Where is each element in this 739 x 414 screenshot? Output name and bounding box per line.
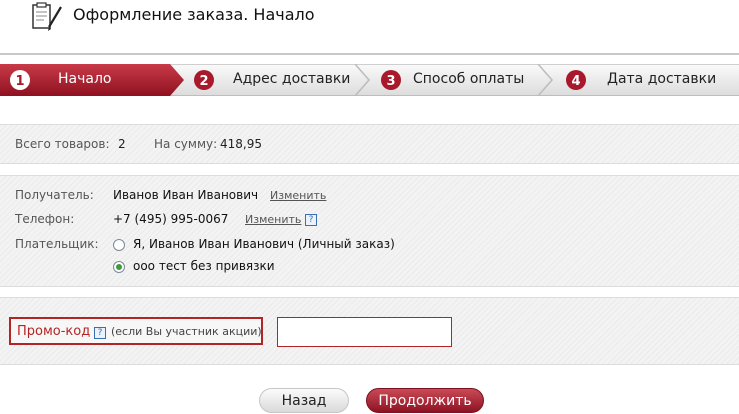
order-sum-label: На сумму: (154, 137, 218, 151)
payer-label: Плательщик: (15, 237, 99, 251)
page-title: Оформление заказа. Начало (73, 5, 315, 24)
payer-self-label[interactable]: Я, Иванов Иван Иванович (Личный заказ) (133, 237, 395, 251)
promo-note: (если Вы участник акции) (111, 325, 262, 338)
svg-text:4: 4 (571, 74, 580, 89)
checkout-steps: 1 2 3 4 Начало Адрес доставки Способ опл… (0, 64, 739, 96)
phone-help-icon[interactable]: ? (305, 214, 317, 226)
payer-company-label[interactable]: ооо тест без привязки (133, 259, 275, 273)
order-summary: Всего товаров: 2 На сумму: 418,95 (0, 124, 739, 164)
order-sum-value: 418,95 (220, 137, 262, 151)
clipboard-pen-icon (30, 2, 66, 36)
promo-label-box: Промо-код ? (если Вы участник акции) (9, 317, 263, 345)
svg-text:3: 3 (386, 74, 395, 89)
payer-self-radio[interactable] (113, 239, 125, 251)
change-recipient-link[interactable]: Изменить (270, 189, 326, 202)
items-count-value: 2 (118, 137, 126, 151)
promo-code-input[interactable] (277, 317, 452, 347)
promo-help-icon[interactable]: ? (94, 327, 106, 339)
step-start[interactable]: Начало (58, 71, 111, 87)
order-info: Получатель: Иванов Иван Иванович Изменит… (0, 175, 739, 287)
svg-text:2: 2 (199, 74, 208, 89)
page-header: Оформление заказа. Начало (0, 0, 739, 52)
recipient-label: Получатель: (15, 188, 94, 202)
header-divider (0, 53, 739, 55)
change-phone-link[interactable]: Изменить (245, 213, 301, 226)
promo-section: Промо-код ? (если Вы участник акции) (0, 297, 739, 365)
svg-text:1: 1 (15, 74, 24, 89)
back-button[interactable]: Назад (259, 388, 349, 413)
step-payment-method[interactable]: Способ оплаты (413, 71, 524, 87)
promo-label: Промо-код (17, 324, 91, 339)
step-delivery-address[interactable]: Адрес доставки (233, 71, 350, 87)
payer-company-radio[interactable] (113, 261, 125, 273)
phone-label: Телефон: (15, 212, 75, 226)
recipient-name: Иванов Иван Иванович (113, 188, 259, 202)
phone-value: +7 (495) 995-0067 (113, 212, 229, 226)
items-count-label: Всего товаров: (15, 137, 110, 151)
continue-button[interactable]: Продолжить (366, 388, 484, 413)
step-delivery-date[interactable]: Дата доставки (607, 71, 716, 87)
